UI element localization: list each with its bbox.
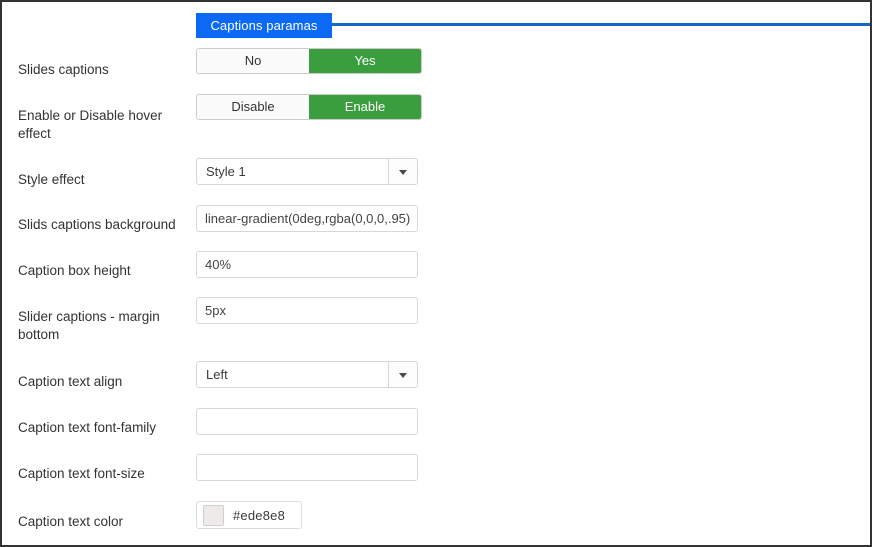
control-caption-font-size: [180, 454, 870, 481]
label-caption-text-color: Caption text color: [18, 514, 124, 529]
label-captions-background: Slids captions background: [18, 217, 176, 232]
toggle-option-no[interactable]: No: [197, 49, 309, 73]
chevron-down-icon[interactable]: [389, 361, 418, 388]
select-style-effect[interactable]: Style 1: [196, 158, 418, 185]
toggle-option-yes[interactable]: Yes: [309, 49, 421, 73]
color-picker-caption-text-color[interactable]: #ede8e8: [196, 501, 302, 529]
control-captions-background: linear-gradient(0deg,rgba(0,0,0,.95): [180, 205, 870, 232]
row-caption-box-height: Caption box height 40%: [2, 251, 870, 297]
label-style-effect: Style effect: [18, 172, 85, 187]
control-captions-margin-bottom: 5px: [180, 297, 870, 324]
settings-form: Slides captions No Yes Enable or Disable…: [2, 48, 870, 545]
toggle-slides-captions[interactable]: No Yes: [196, 48, 422, 74]
select-caption-text-align[interactable]: Left: [196, 361, 418, 388]
control-style-effect: Style 1: [180, 158, 870, 185]
label-caption-font-family: Caption text font-family: [18, 420, 157, 435]
input-captions-background[interactable]: linear-gradient(0deg,rgba(0,0,0,.95): [196, 205, 418, 232]
color-value-text[interactable]: #ede8e8: [224, 508, 285, 523]
tab-captions-paramas[interactable]: Captions paramas: [196, 13, 332, 38]
control-caption-text-align: Left: [180, 361, 870, 388]
row-caption-text-color: Caption text color #ede8e8: [2, 501, 870, 545]
label-caption-text-align: Caption text align: [18, 374, 123, 389]
row-caption-font-size: Caption text font-size: [2, 454, 870, 501]
input-caption-font-size[interactable]: [196, 454, 418, 481]
select-style-effect-value[interactable]: Style 1: [196, 158, 389, 185]
input-caption-font-family[interactable]: [196, 408, 418, 435]
row-hover-effect: Enable or Disable hover effect Disable E…: [2, 94, 870, 158]
row-slides-captions: Slides captions No Yes: [2, 48, 870, 94]
row-caption-text-align: Caption text align Left: [2, 361, 870, 408]
color-swatch-icon[interactable]: [203, 504, 224, 526]
toggle-hover-effect[interactable]: Disable Enable: [196, 94, 422, 120]
input-captions-margin-bottom[interactable]: 5px: [196, 297, 418, 324]
input-caption-box-height[interactable]: 40%: [196, 251, 418, 278]
label-captions-margin-bottom: Slider captions - margin bottom: [18, 309, 160, 342]
control-slides-captions: No Yes: [180, 48, 870, 74]
tab-underline: [332, 23, 870, 26]
toggle-option-disable[interactable]: Disable: [197, 95, 309, 119]
row-captions-background: Slids captions background linear-gradien…: [2, 205, 870, 251]
control-caption-text-color: #ede8e8: [180, 501, 870, 529]
tab-strip: Captions paramas: [2, 2, 870, 48]
captions-params-panel: Captions paramas Slides captions No Yes …: [0, 0, 872, 547]
toggle-option-enable[interactable]: Enable: [309, 95, 421, 119]
label-caption-font-size: Caption text font-size: [18, 466, 145, 481]
chevron-down-icon[interactable]: [389, 158, 418, 185]
select-caption-text-align-value[interactable]: Left: [196, 361, 389, 388]
row-caption-font-family: Caption text font-family: [2, 408, 870, 454]
control-caption-font-family: [180, 408, 870, 435]
row-style-effect: Style effect Style 1: [2, 158, 870, 205]
label-hover-effect: Enable or Disable hover effect: [18, 108, 163, 141]
control-hover-effect: Disable Enable: [180, 94, 870, 120]
row-captions-margin-bottom: Slider captions - margin bottom 5px: [2, 297, 870, 361]
label-caption-box-height: Caption box height: [18, 263, 131, 278]
label-slides-captions: Slides captions: [18, 62, 109, 77]
control-caption-box-height: 40%: [180, 251, 870, 278]
